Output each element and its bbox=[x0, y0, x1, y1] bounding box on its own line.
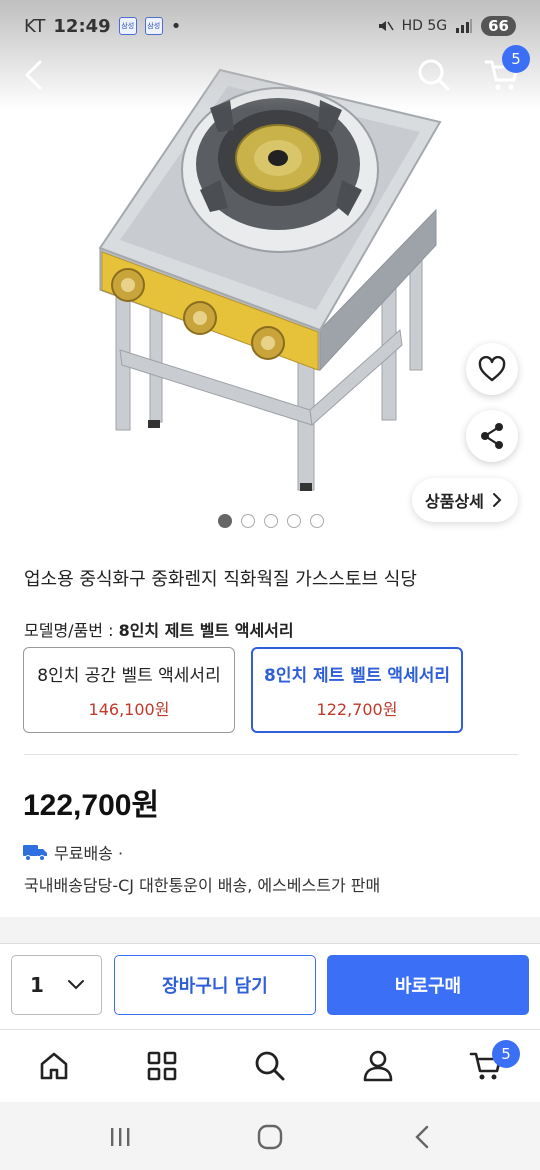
wishlist-button[interactable] bbox=[466, 343, 518, 395]
pagination-dot[interactable] bbox=[287, 514, 301, 528]
cart-button[interactable]: 5 bbox=[478, 45, 530, 97]
tab-my-page[interactable] bbox=[356, 1044, 400, 1088]
chevron-down-icon bbox=[68, 980, 84, 990]
back-button[interactable] bbox=[14, 55, 54, 95]
tab-home[interactable] bbox=[32, 1044, 76, 1088]
clock: 12:49 bbox=[53, 15, 111, 37]
notification-icon: • bbox=[170, 15, 182, 37]
heart-icon bbox=[478, 356, 506, 382]
bottom-tab-bar: 5 bbox=[0, 1029, 540, 1102]
option-name: 8인치 공간 벨트 액세서리 bbox=[37, 665, 221, 686]
option-label: 모델명/품번 : 8인치 제트 벨트 액세서리 bbox=[24, 617, 294, 641]
shipping-info: 무료배송 · bbox=[22, 840, 123, 864]
cart-count-badge: 5 bbox=[492, 1040, 520, 1068]
shipping-detail: 국내배송담당-CJ 대한통운이 배송, 에스베스트가 판매 bbox=[24, 876, 381, 895]
quantity-value: 1 bbox=[30, 973, 44, 997]
pagination-dot[interactable] bbox=[264, 514, 278, 528]
option-price: 146,100원 bbox=[88, 699, 170, 719]
product-image-gallery[interactable] bbox=[0, 0, 540, 545]
buy-now-button[interactable]: 바로구매 bbox=[327, 955, 529, 1015]
search-icon bbox=[418, 59, 450, 91]
notification-badge: 삼성 bbox=[118, 17, 137, 35]
share-icon bbox=[481, 423, 503, 449]
home-button[interactable] bbox=[252, 1119, 288, 1155]
recent-apps-button[interactable] bbox=[102, 1119, 138, 1155]
share-button[interactable] bbox=[466, 410, 518, 462]
option-name: 8인치 제트 벨트 액세서리 bbox=[264, 665, 450, 686]
chevron-right-icon bbox=[492, 493, 502, 507]
shipping-label: 무료배송 · bbox=[54, 844, 124, 863]
option-label-prefix: 모델명/품번 : bbox=[24, 621, 119, 640]
mute-icon bbox=[378, 21, 394, 31]
divider bbox=[24, 754, 518, 755]
status-bar: KT 12:49 삼성 삼성 • HD 5G 66 bbox=[0, 0, 540, 52]
signal-icon bbox=[456, 19, 473, 33]
pagination-dot[interactable] bbox=[310, 514, 324, 528]
purchase-bar: 1 장바구니 담기 바로구매 bbox=[0, 943, 540, 1029]
category-icon bbox=[147, 1051, 177, 1081]
tab-search[interactable] bbox=[248, 1044, 292, 1088]
battery-indicator: 66 bbox=[481, 16, 516, 36]
quantity-select[interactable]: 1 bbox=[11, 955, 102, 1015]
system-back-button[interactable] bbox=[404, 1119, 440, 1155]
pagination-dot[interactable] bbox=[241, 514, 255, 528]
search-icon bbox=[255, 1051, 285, 1081]
section-separator bbox=[0, 917, 540, 943]
system-navigation-bar bbox=[0, 1102, 540, 1170]
search-button[interactable] bbox=[412, 53, 456, 97]
home-icon bbox=[40, 1052, 68, 1080]
image-pagination bbox=[218, 514, 324, 528]
product-detail-button[interactable]: 상품상세 bbox=[412, 478, 518, 522]
product-detail-label: 상품상세 bbox=[425, 492, 484, 511]
carrier: KT bbox=[24, 15, 46, 37]
chevron-left-icon bbox=[25, 60, 42, 90]
my-page-icon bbox=[363, 1050, 393, 1082]
add-to-cart-button[interactable]: 장바구니 담기 bbox=[114, 955, 316, 1015]
pagination-dot[interactable] bbox=[218, 514, 232, 528]
tab-category[interactable] bbox=[140, 1044, 184, 1088]
back-arrow-icon bbox=[415, 1125, 429, 1149]
option-label-value: 8인치 제트 벨트 액세서리 bbox=[118, 621, 294, 640]
truck-icon bbox=[23, 845, 47, 861]
option-card-selected[interactable]: 8인치 제트 벨트 액세서리 122,700원 bbox=[251, 647, 463, 733]
tab-cart[interactable]: 5 bbox=[464, 1040, 520, 1088]
option-price: 122,700원 bbox=[316, 699, 398, 719]
notification-badge: 삼성 bbox=[144, 17, 163, 35]
recent-apps-icon bbox=[111, 1128, 130, 1146]
home-circle-icon bbox=[257, 1124, 283, 1150]
option-card[interactable]: 8인치 공간 벨트 액세서리 146,100원 bbox=[23, 647, 235, 733]
product-title: 업소용 중식화구 중화렌지 직화웍질 가스스토브 식당 bbox=[24, 569, 417, 590]
product-price: 122,700원 bbox=[23, 789, 160, 822]
network-indicator: HD 5G bbox=[401, 18, 448, 34]
